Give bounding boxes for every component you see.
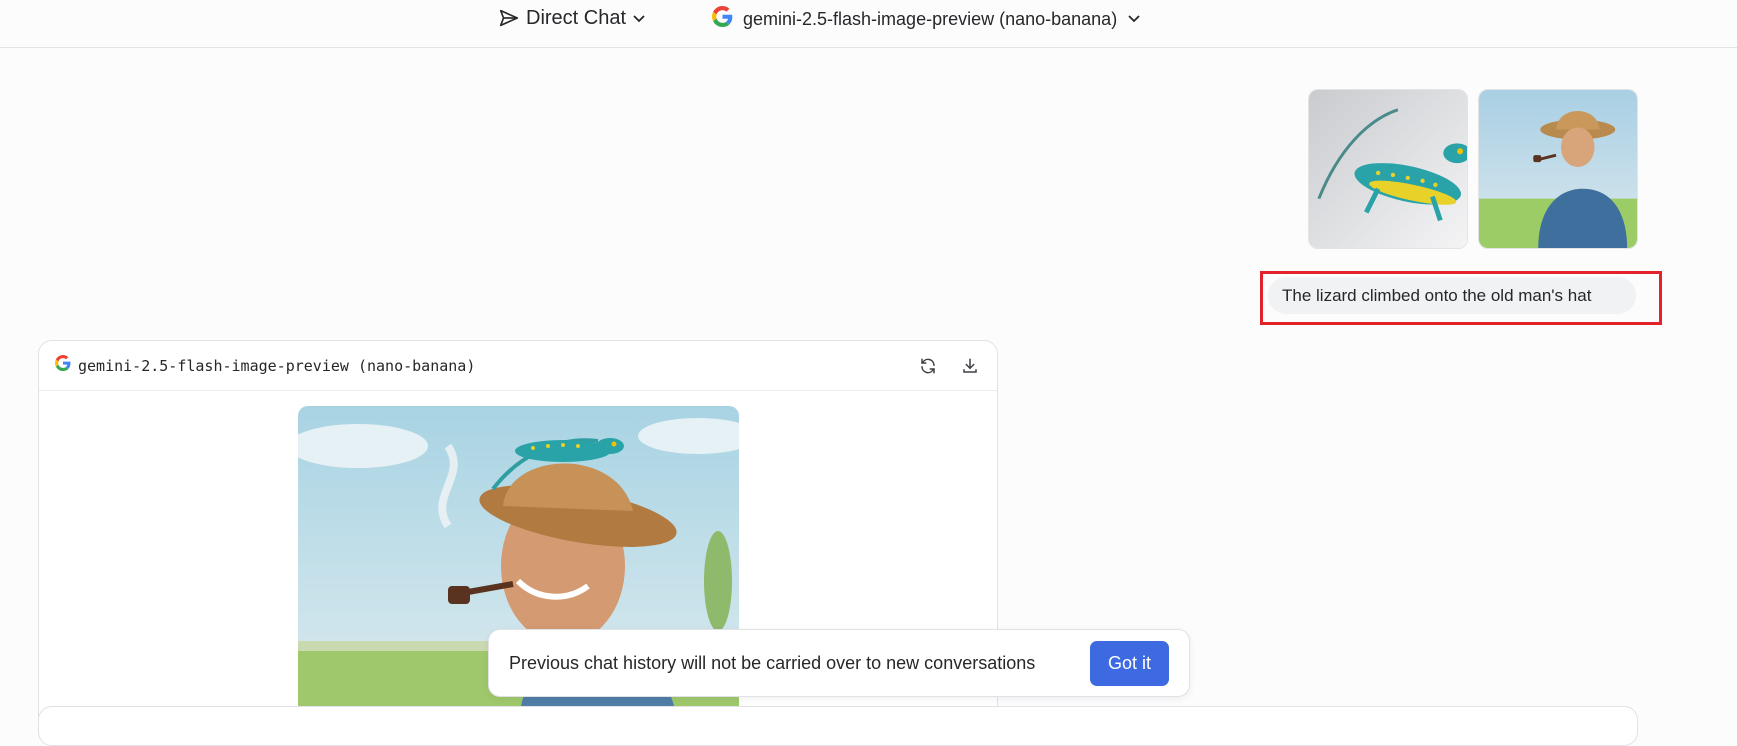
message-composer[interactable] [38,706,1638,746]
google-icon [712,6,733,32]
top-bar: Direct Chat gemini-2.5-flash-image-previ… [0,0,1737,48]
user-message: The lizard climbed onto the old man's ha… [1268,277,1636,314]
model-selector[interactable]: gemini-2.5-flash-image-preview (nano-ban… [712,6,1141,32]
chevron-down-icon [1127,9,1141,30]
toast-message: Previous chat history will not be carrie… [509,652,1036,673]
got-it-button[interactable]: Got it [1089,640,1169,686]
model-label: gemini-2.5-flash-image-preview (nano-ban… [743,8,1118,29]
mode-label: Direct Chat [526,6,627,29]
lizard-image[interactable] [1308,89,1468,249]
mode-selector[interactable]: Direct Chat [498,4,646,32]
refresh-icon[interactable] [917,355,939,377]
user-attachments [1308,89,1638,249]
toast-notification: Previous chat history will not be carrie… [488,629,1190,697]
download-icon[interactable] [959,355,981,377]
chevron-down-icon [632,11,646,25]
user-message-text: The lizard climbed onto the old man's ha… [1282,285,1592,305]
response-header: gemini-2.5-flash-image-preview (nano-ban… [39,341,997,391]
response-model-name: gemini-2.5-flash-image-preview (nano-ban… [78,356,476,375]
google-icon [55,355,71,376]
send-icon [498,7,520,29]
old-man-image[interactable] [1478,89,1638,249]
